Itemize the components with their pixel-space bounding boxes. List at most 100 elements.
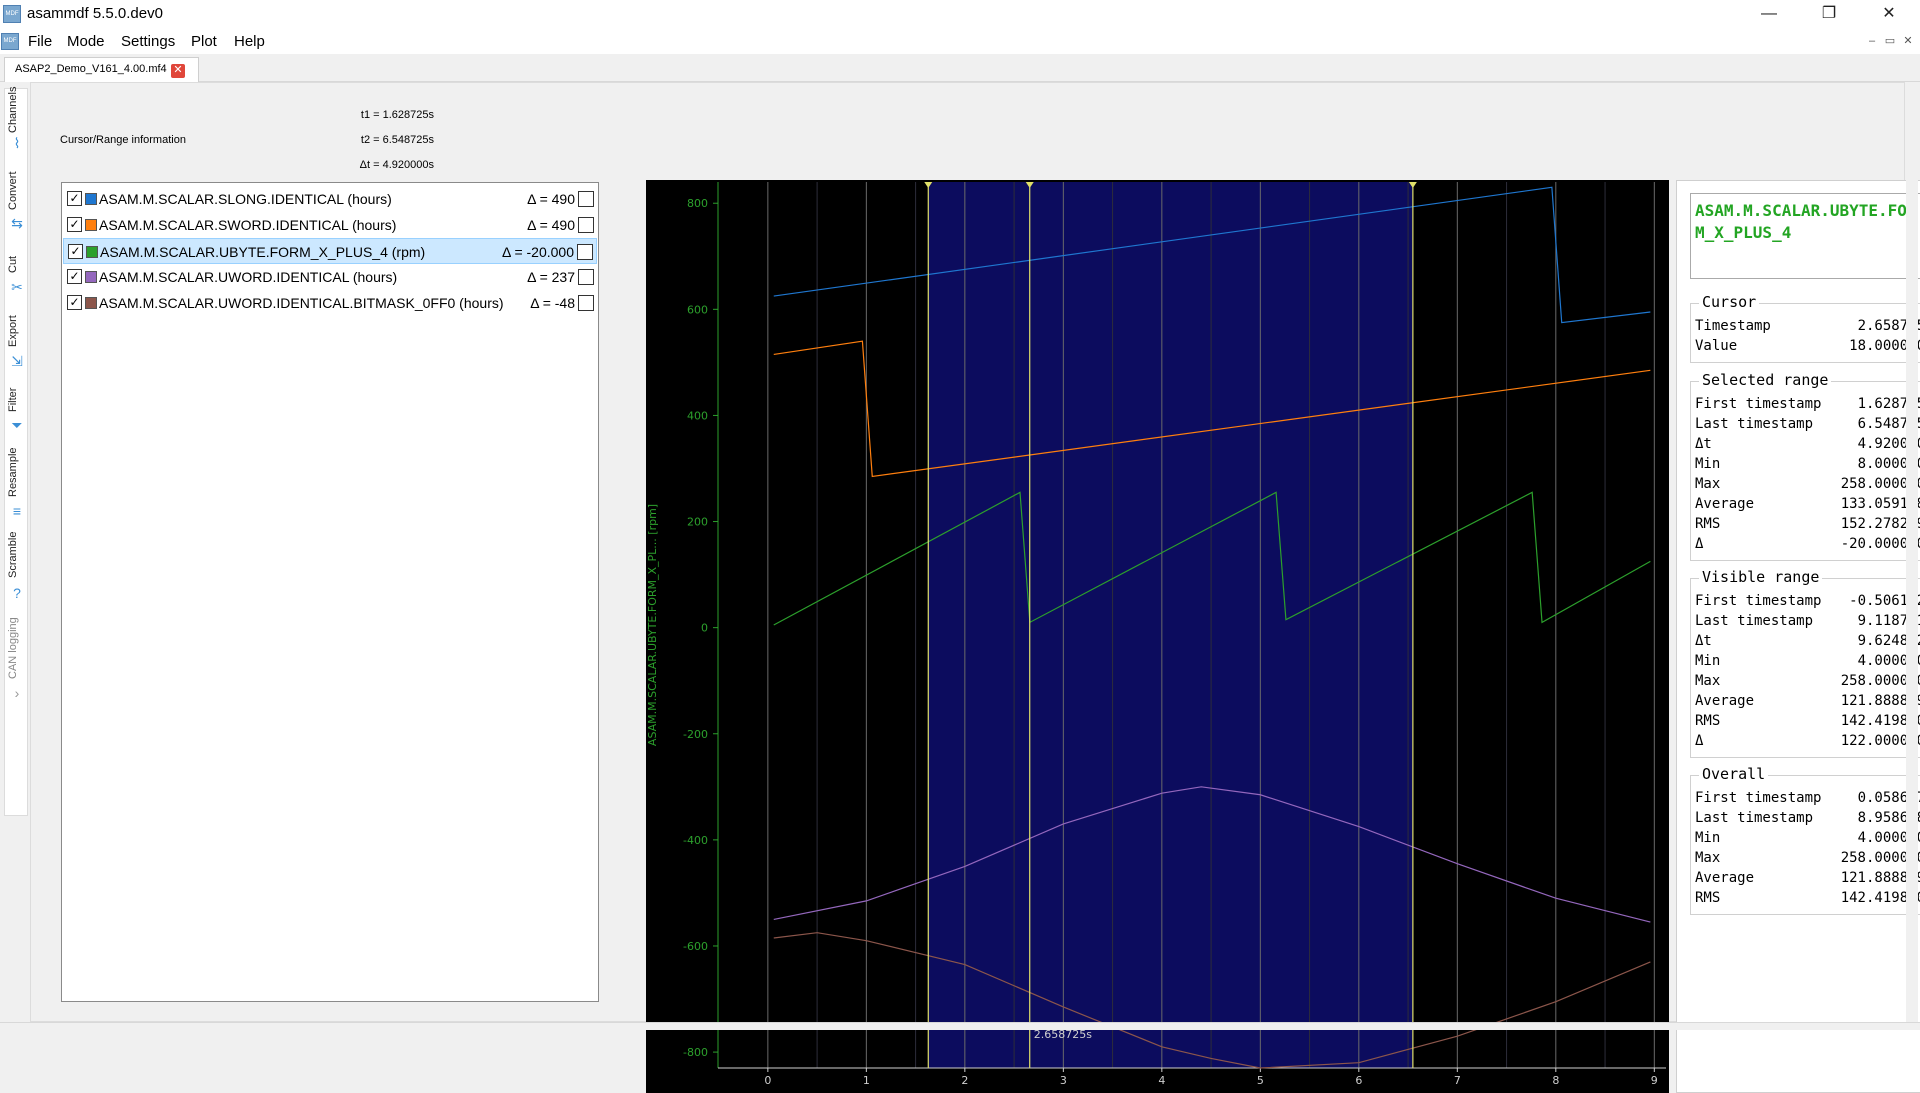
tab-export[interactable]: Export ⇲	[5, 311, 29, 373]
x-tick-label: 1	[863, 1074, 870, 1087]
stat-row: Max 258.000000	[1695, 673, 1920, 693]
stat-row: Δt 9.624872	[1695, 633, 1920, 653]
stat-label: RMS	[1695, 516, 1721, 532]
channel-row[interactable]: ✓ ASAM.M.SCALAR.SWORD.IDENTICAL (hours) …	[63, 212, 597, 238]
channel-individual-axis-checkbox[interactable]	[577, 244, 593, 260]
minimize-button[interactable]: —	[1746, 0, 1792, 30]
menu-help[interactable]: Help	[234, 33, 265, 50]
menu-file[interactable]: File	[28, 33, 52, 50]
stat-label: Last timestamp	[1695, 416, 1814, 432]
side-tab-bar: Channels ⌇ Convert ⇆ Cut ✂ Export ⇲ Filt…	[4, 87, 29, 816]
stat-label: Max	[1695, 850, 1721, 866]
channel-name: ASAM.M.SCALAR.UBYTE.FORM_X_PLUS_4 (rpm)	[100, 244, 426, 260]
stat-label: Min	[1695, 456, 1721, 472]
plot-canvas[interactable]: 800 600 400 200 0 -200 -400 -600 -800 ASAM.M.SCAL…	[646, 180, 1669, 1093]
menu-settings[interactable]: Settings	[121, 33, 175, 50]
stat-label: Timestamp	[1695, 318, 1771, 334]
stat-label: Value	[1695, 338, 1738, 354]
close-icon[interactable]: ✕	[171, 64, 185, 78]
stat-row: Max 258.000000	[1695, 850, 1920, 870]
file-tab[interactable]: ASAP2_Demo_V161_4.00.mf4 ✕	[4, 57, 199, 82]
tab-cut[interactable]: Cut ✂	[5, 247, 29, 305]
channels-icon: ⌇	[13, 135, 21, 151]
menu-mode[interactable]: Mode	[67, 33, 105, 50]
close-button[interactable]: ✕	[1866, 0, 1912, 30]
channel-name: ASAM.M.SCALAR.UWORD.IDENTICAL (hours)	[99, 269, 398, 285]
y-tick-label: -200	[683, 728, 708, 741]
channel-row[interactable]: ✓ ASAM.M.SCALAR.UWORD.IDENTICAL.BITMASK_…	[63, 290, 597, 316]
tab-resample-label: Resample	[7, 447, 19, 497]
scramble-icon: ?	[13, 585, 21, 601]
x-tick-label: 5	[1257, 1074, 1264, 1087]
stat-row: Average 121.888889	[1695, 693, 1920, 713]
mdi-close-button[interactable]: ✕	[1901, 34, 1915, 48]
channel-delta: Δ = -20.000	[501, 244, 574, 260]
x-tick-label: 6	[1355, 1074, 1362, 1087]
stat-row: Last timestamp 8.958648	[1695, 810, 1920, 830]
stat-row: Δ -20.000000	[1695, 536, 1920, 556]
tab-convert-label: Convert	[7, 171, 19, 211]
tab-scramble[interactable]: Scramble ?	[5, 529, 29, 605]
dt-value: Δt = 4.920000s	[359, 159, 434, 171]
filter-icon: ⏷	[11, 417, 23, 433]
channel-color-swatch[interactable]	[85, 193, 97, 205]
stat-label: First timestamp	[1695, 790, 1822, 806]
stat-label: Δ	[1695, 733, 1704, 749]
channel-checkbox[interactable]: ✓	[67, 191, 82, 206]
signal-plot[interactable]: 800 600 400 200 0 -200 -400 -600 -800 ASAM.M.SCAL…	[646, 180, 1669, 1093]
channel-color-swatch[interactable]	[86, 246, 98, 258]
t2-value: t2 = 6.548725s	[360, 134, 434, 146]
mdi-restore-button[interactable]: ▭	[1883, 34, 1897, 48]
channel-list[interactable]: ✓ ASAM.M.SCALAR.SLONG.IDENTICAL (hours) …	[61, 182, 599, 1002]
selected-range-region	[928, 182, 1413, 1068]
stat-label: Min	[1695, 830, 1721, 846]
export-icon: ⇲	[11, 353, 23, 369]
stat-row: Min 8.000000	[1695, 456, 1920, 476]
stat-label: Δt	[1695, 436, 1712, 452]
channel-individual-axis-checkbox[interactable]	[578, 269, 594, 285]
y-tick-label: 600	[687, 303, 708, 316]
stat-row: Min 4.000000	[1695, 653, 1920, 673]
vertical-scrollbar[interactable]	[1906, 82, 1918, 1022]
y-tick-label: 400	[687, 409, 708, 422]
channel-individual-axis-checkbox[interactable]	[578, 217, 594, 233]
stat-row: Max 258.000000	[1695, 476, 1920, 496]
channel-color-swatch[interactable]	[85, 297, 97, 309]
tab-filter-label: Filter	[7, 387, 19, 413]
restore-button[interactable]: ❐	[1806, 0, 1852, 30]
stat-row: Value 18.000000	[1695, 338, 1920, 358]
channel-individual-axis-checkbox[interactable]	[578, 191, 594, 207]
channel-individual-axis-checkbox[interactable]	[578, 295, 594, 311]
stat-row: RMS 142.419880	[1695, 713, 1920, 733]
channel-checkbox[interactable]: ✓	[68, 244, 83, 259]
channel-delta: Δ = 490	[527, 217, 575, 233]
menu-plot[interactable]: Plot	[191, 33, 217, 50]
channel-row[interactable]: ✓ ASAM.M.SCALAR.SLONG.IDENTICAL (hours) …	[63, 186, 597, 212]
stat-label: Δt	[1695, 633, 1712, 649]
channel-color-swatch[interactable]	[85, 219, 97, 231]
tab-convert[interactable]: Convert ⇆	[5, 171, 29, 241]
channel-color-swatch[interactable]	[85, 271, 97, 283]
stat-label: Average	[1695, 496, 1755, 512]
stat-label: Max	[1695, 476, 1721, 492]
tab-filter[interactable]: Filter ⏷	[5, 381, 29, 441]
stats-channel-name: ASAM.M.SCALAR.UBYTE.FORM_X_PLUS_4	[1690, 193, 1920, 279]
channel-checkbox[interactable]: ✓	[67, 295, 82, 310]
tab-channels[interactable]: Channels ⌇	[5, 87, 29, 155]
app-menu-icon[interactable]: MDF	[1, 33, 19, 50]
y-tick-label: -400	[683, 834, 708, 847]
mdi-minimize-button[interactable]: –	[1865, 34, 1879, 48]
channel-row[interactable]: ✓ ASAM.M.SCALAR.UWORD.IDENTICAL (hours) …	[63, 264, 597, 290]
tab-can-logging-label: CAN logging	[7, 617, 19, 679]
channel-name: ASAM.M.SCALAR.SWORD.IDENTICAL (hours)	[99, 217, 397, 233]
channel-delta: Δ = 237	[527, 269, 575, 285]
selected-range-group: Selected range First timestamp 1.628725 L…	[1690, 371, 1920, 561]
stat-label: Average	[1695, 693, 1755, 709]
tab-resample[interactable]: Resample ≡	[5, 445, 29, 523]
channel-checkbox[interactable]: ✓	[67, 269, 82, 284]
channel-row-selected[interactable]: ✓ ASAM.M.SCALAR.UBYTE.FORM_X_PLUS_4 (rpm…	[63, 238, 597, 264]
stat-label: Average	[1695, 870, 1755, 886]
can-logging-icon: ›	[14, 685, 20, 701]
channel-checkbox[interactable]: ✓	[67, 217, 82, 232]
tab-can-logging[interactable]: CAN logging ›	[5, 613, 29, 705]
